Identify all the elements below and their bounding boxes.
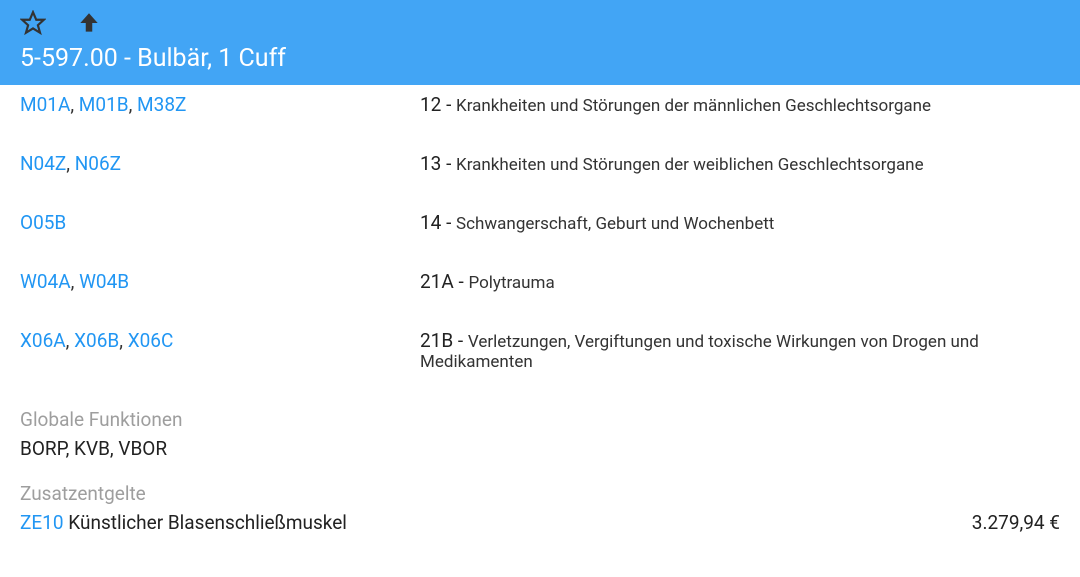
- ze-desc: Künstlicher Blasenschließmuskel: [68, 511, 347, 534]
- code-row: N04Z, N06Z13 - Krankheiten und Störungen…: [20, 134, 1060, 193]
- row-separator: -: [441, 152, 456, 175]
- zusatzentgelte-label: Zusatzentgelte: [20, 482, 1060, 505]
- code-row: W04A, W04B21A - Polytrauma: [20, 252, 1060, 311]
- app-header: 5-597.00 - Bulbär, 1 Cuff: [0, 0, 1080, 85]
- code-separator: ,: [71, 270, 79, 293]
- row-description: 21A - Polytrauma: [420, 270, 555, 293]
- row-desc-text: Krankheiten und Störungen der männlichen…: [456, 96, 931, 116]
- global-functions-text: BORP, KVB, VBOR: [20, 437, 1060, 460]
- content-area: M01A, M01B, M38Z12 - Krankheiten und Stö…: [0, 85, 1080, 534]
- row-number: 12: [420, 93, 441, 116]
- code-separator: ,: [66, 152, 74, 175]
- row-desc-text: Polytrauma: [468, 273, 554, 293]
- code-row: X06A, X06B, X06C21B - Verletzungen, Verg…: [20, 311, 1060, 390]
- row-number: 14: [420, 211, 441, 234]
- zusatzentgelt-left: ZE10 Künstlicher Blasenschließmuskel: [20, 511, 347, 534]
- row-separator: -: [441, 211, 456, 234]
- code-link[interactable]: M01A: [20, 93, 70, 116]
- code-link[interactable]: M38Z: [137, 93, 186, 116]
- code-list: M01A, M01B, M38Z: [20, 93, 420, 116]
- row-separator: -: [454, 270, 469, 293]
- zusatzentgelt-row: ZE10 Künstlicher Blasenschließmuskel 3.2…: [20, 511, 1060, 534]
- row-separator: -: [441, 93, 456, 116]
- code-link[interactable]: M01B: [79, 93, 129, 116]
- ze-price: 3.279,94 €: [972, 511, 1060, 534]
- code-link[interactable]: X06B: [74, 329, 119, 352]
- ze-code-link[interactable]: ZE10: [20, 511, 64, 534]
- row-number: 13: [420, 152, 441, 175]
- code-list: N04Z, N06Z: [20, 152, 420, 175]
- row-number: 21A: [420, 270, 454, 293]
- code-separator: ,: [119, 329, 127, 352]
- code-list: W04A, W04B: [20, 270, 420, 293]
- code-link[interactable]: X06A: [20, 329, 66, 352]
- row-desc-text: Schwangerschaft, Geburt und Wochenbett: [456, 214, 774, 234]
- code-link[interactable]: N04Z: [20, 152, 66, 175]
- code-link[interactable]: W04A: [20, 270, 71, 293]
- global-functions-label: Globale Funktionen: [20, 408, 1060, 431]
- code-link[interactable]: X06C: [128, 329, 174, 352]
- page-title: 5-597.00 - Bulbär, 1 Cuff: [20, 44, 1060, 73]
- code-separator: ,: [129, 93, 137, 116]
- code-link[interactable]: O05B: [20, 211, 66, 234]
- row-description: 21B - Verletzungen, Vergiftungen und tox…: [420, 329, 1060, 372]
- code-link[interactable]: W04B: [79, 270, 129, 293]
- code-separator: ,: [70, 93, 78, 116]
- row-description: 14 - Schwangerschaft, Geburt und Wochenb…: [420, 211, 774, 234]
- row-separator: -: [453, 329, 468, 352]
- code-list: O05B: [20, 211, 420, 234]
- star-icon[interactable]: [20, 10, 46, 36]
- row-description: 12 - Krankheiten und Störungen der männl…: [420, 93, 931, 116]
- code-row: O05B 14 - Schwangerschaft, Geburt und Woc…: [20, 193, 1060, 252]
- row-desc-text: Verletzungen, Vergiftungen und toxische …: [420, 332, 979, 372]
- code-row: M01A, M01B, M38Z12 - Krankheiten und Stö…: [20, 85, 1060, 134]
- code-list: X06A, X06B, X06C: [20, 329, 420, 352]
- header-icon-bar: [20, 10, 1060, 36]
- code-separator: ,: [66, 329, 74, 352]
- arrow-up-icon[interactable]: [76, 10, 102, 36]
- row-number: 21B: [420, 329, 453, 352]
- row-description: 13 - Krankheiten und Störungen der weibl…: [420, 152, 924, 175]
- row-desc-text: Krankheiten und Störungen der weiblichen…: [456, 155, 924, 175]
- code-link[interactable]: N06Z: [75, 152, 121, 175]
